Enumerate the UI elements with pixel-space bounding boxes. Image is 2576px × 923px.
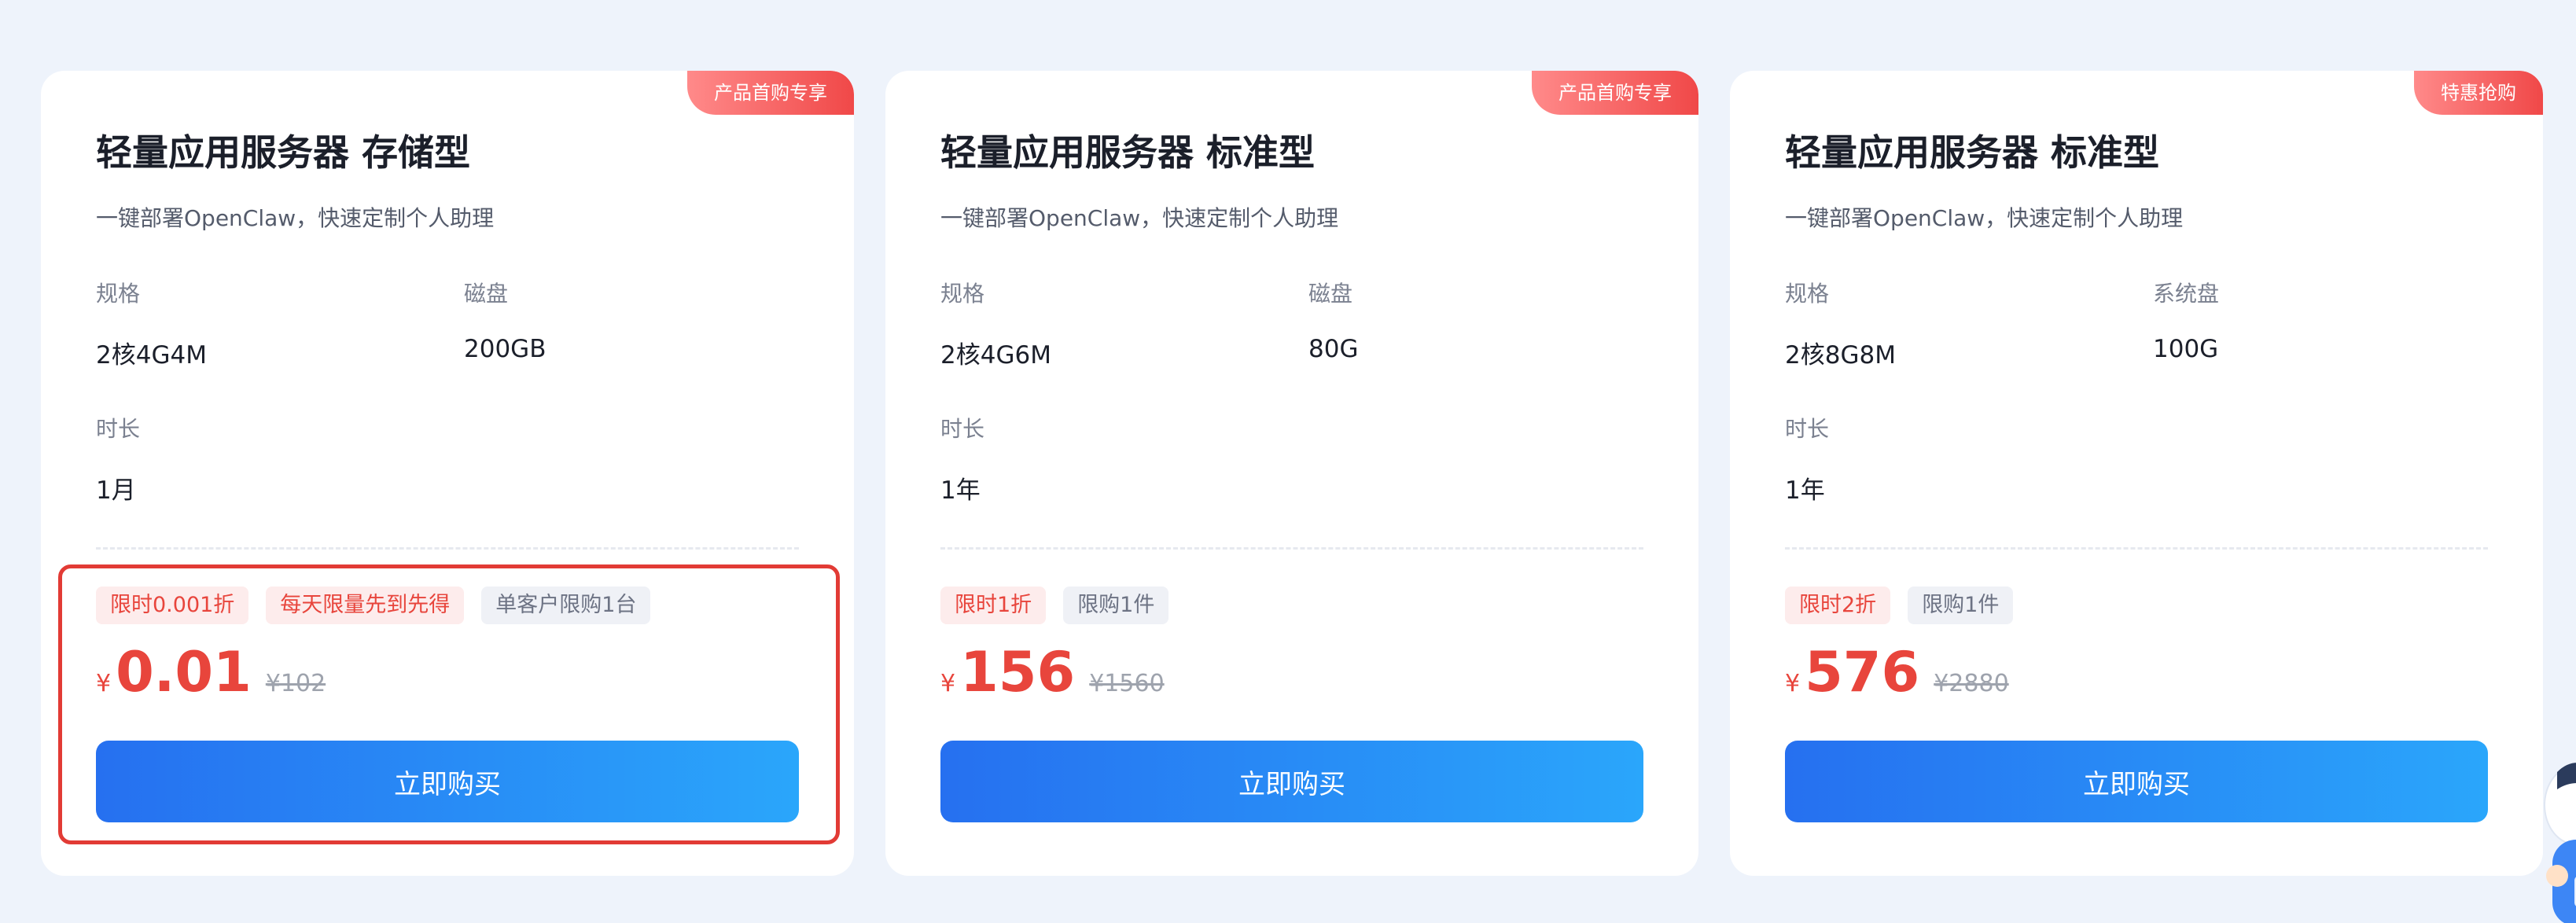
spec-label: 规格 (940, 281, 985, 307)
sale-price: 576 (1805, 640, 1920, 704)
spec-label: 规格 (1785, 281, 1830, 307)
purchase-limit-tag: 限购1件 (1063, 587, 1169, 624)
card-title: 轻量应用服务器 标准型 (1785, 131, 2160, 174)
corner-promo-tag: 产品首购专享 (1532, 71, 1698, 115)
original-price: ¥102 (265, 670, 326, 697)
discount-tag: 限时2折 (1785, 587, 1891, 624)
sale-price: 0.01 (116, 640, 252, 704)
original-price: ¥2880 (1934, 670, 2009, 697)
duration-label: 时长 (1785, 416, 1830, 442)
spec-label: 规格 (96, 281, 141, 307)
disk-label: 磁盘 (464, 281, 509, 307)
system-disk-value: 100G (2153, 335, 2219, 363)
product-card-storage: 产品首购专享 轻量应用服务器 存储型 一键部署OpenClaw，快速定制个人助理… (41, 71, 854, 876)
corner-promo-tag: 产品首购专享 (687, 71, 854, 115)
product-card-standard-4g: 产品首购专享 轻量应用服务器 标准型 一键部署OpenClaw，快速定制个人助理… (885, 71, 1698, 876)
price-row: ¥ 576 ¥2880 (1785, 637, 2009, 708)
original-price: ¥1560 (1089, 670, 1165, 697)
system-disk-label: 系统盘 (2153, 281, 2220, 307)
disk-value: 200GB (464, 335, 546, 363)
card-subtitle: 一键部署OpenClaw，快速定制个人助理 (940, 205, 1339, 231)
card-title: 轻量应用服务器 存储型 (96, 131, 471, 174)
promo-tags: 限时2折 限购1件 (1785, 587, 2014, 624)
buy-now-button[interactable]: 立即购买 (1785, 741, 2488, 822)
discount-tag: 限时0.001折 (96, 587, 249, 624)
duration-label: 时长 (940, 416, 985, 442)
buy-now-button[interactable]: 立即购买 (96, 741, 799, 822)
promo-tags: 限时1折 限购1件 (940, 587, 1169, 624)
dashed-divider (96, 547, 799, 550)
purchase-limit-tag: 单客户限购1台 (481, 587, 651, 624)
duration-value: 1年 (940, 476, 981, 505)
spec-value: 2核4G4M (96, 341, 207, 370)
price-row: ¥ 156 ¥1560 (940, 637, 1165, 708)
price-row: ¥ 0.01 ¥102 (96, 637, 326, 708)
currency-symbol: ¥ (940, 670, 956, 697)
duration-value: 1月 (96, 476, 136, 505)
promo-tags: 限时0.001折 每天限量先到先得 单客户限购1台 (96, 587, 651, 624)
card-subtitle: 一键部署OpenClaw，快速定制个人助理 (1785, 205, 2184, 231)
spec-value: 2核4G6M (940, 341, 1051, 370)
card-subtitle: 一键部署OpenClaw，快速定制个人助理 (96, 205, 495, 231)
buy-now-button[interactable]: 立即购买 (940, 741, 1643, 822)
product-card-standard-8g: 特惠抢购 轻量应用服务器 标准型 一键部署OpenClaw，快速定制个人助理 规… (1730, 71, 2543, 876)
discount-tag: 限时1折 (940, 587, 1047, 624)
assistant-mascot-icon[interactable] (2534, 758, 2576, 923)
dashed-divider (940, 547, 1643, 550)
duration-value: 1年 (1785, 476, 1825, 505)
purchase-limit-tag: 限购1件 (1908, 587, 2014, 624)
duration-label: 时长 (96, 416, 141, 442)
currency-symbol: ¥ (1785, 670, 1801, 697)
corner-promo-tag: 特惠抢购 (2414, 71, 2543, 115)
spec-value: 2核8G8M (1785, 341, 1896, 370)
disk-value: 80G (1308, 335, 1359, 363)
pricing-page: 产品首购专享 轻量应用服务器 存储型 一键部署OpenClaw，快速定制个人助理… (0, 0, 2576, 923)
currency-symbol: ¥ (96, 670, 112, 697)
dashed-divider (1785, 547, 2488, 550)
sale-price: 156 (960, 640, 1076, 704)
card-title: 轻量应用服务器 标准型 (940, 131, 1316, 174)
disk-label: 磁盘 (1308, 281, 1353, 307)
daily-limit-tag: 每天限量先到先得 (266, 587, 465, 624)
